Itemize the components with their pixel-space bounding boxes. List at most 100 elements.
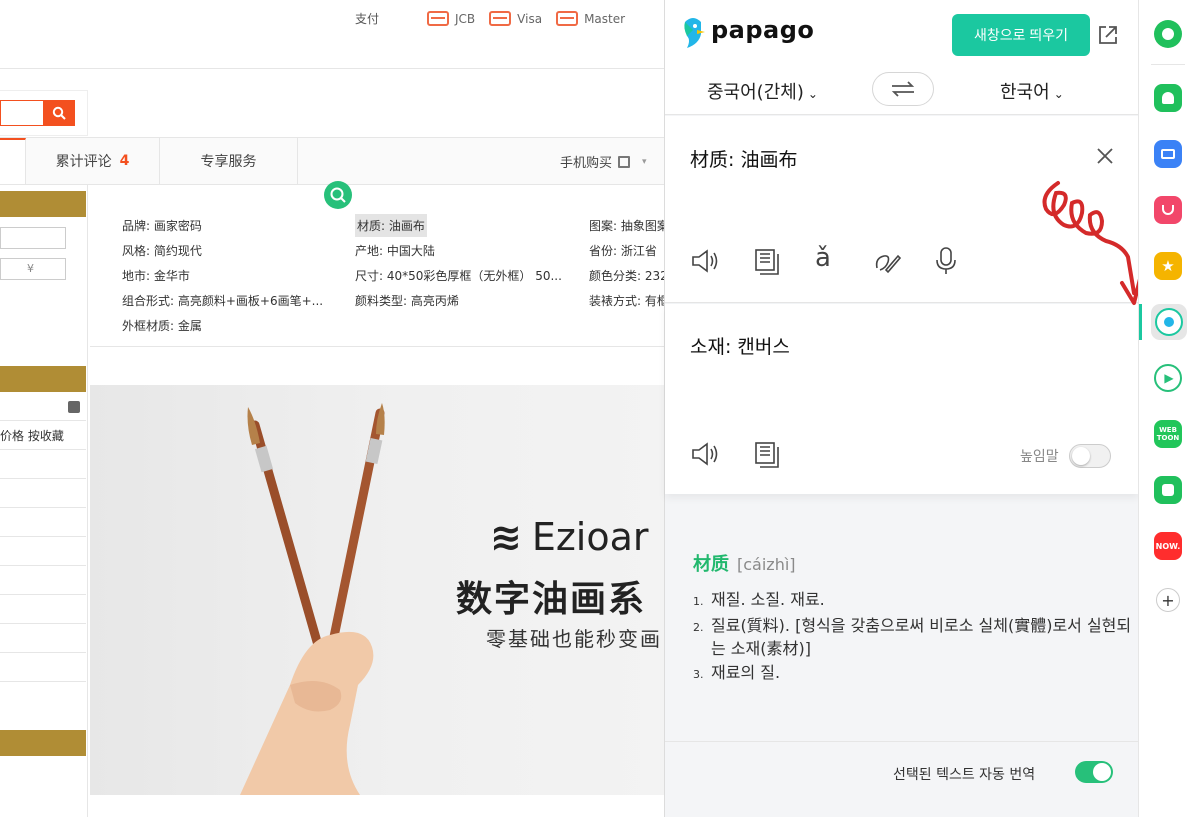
section-header-bar — [0, 730, 86, 756]
star-icon[interactable]: ★ — [1154, 252, 1182, 280]
copy-icon[interactable] — [752, 439, 782, 469]
tab-details[interactable] — [0, 138, 26, 184]
attribute-item: 装裱方式: 有框 — [589, 294, 664, 308]
plus-icon[interactable]: + — [1156, 588, 1180, 612]
pinyin-icon[interactable]: ǎ — [815, 243, 831, 273]
dictionary-section: 材质 [cáizhì] 1. 재질. 소질. 재료. 2. 질료(質料). [형식을 … — [693, 550, 1133, 687]
pocket-icon[interactable] — [1154, 196, 1182, 224]
attribute-item: 产地: 中国大陆 — [355, 244, 435, 258]
payment-jcb: JCB — [427, 11, 475, 26]
left-filter-column: ¥ 价格 按收藏 — [0, 185, 88, 817]
credit-card-icon — [556, 11, 579, 26]
translation-result: 소재: 캔버스 높임말 — [665, 304, 1139, 494]
dictionary-meanings: 1. 재질. 소질. 재료. 2. 질료(質料). [형식을 갖춤으로써 비로소 실… — [693, 588, 1133, 686]
honorific-toggle-row: 높임말 — [1020, 444, 1111, 468]
payment-methods: 支付 JCB Visa Master — [355, 10, 625, 27]
papago-logo-icon — [684, 18, 705, 48]
attribute-item: 省份: 浙江省 — [589, 244, 657, 258]
shop-search-button[interactable] — [43, 100, 75, 126]
source-text[interactable]: 材质: 油画布 — [690, 145, 797, 172]
speaker-icon[interactable] — [690, 439, 720, 469]
divider — [0, 420, 86, 421]
credit-card-icon — [489, 11, 512, 26]
divider — [0, 478, 86, 479]
hand-drawn-arrow-annotation — [1042, 181, 1140, 305]
divider — [1151, 64, 1185, 65]
banner-brand: ≋ Ezioar — [490, 515, 649, 559]
papago-footer: 선택된 텍스트 자동 번역 — [665, 741, 1139, 817]
papago-header: papago 새창으로 띄우기 중국어(간체) ⌄ 한국어 ⌄ — [665, 0, 1139, 115]
open-new-window-button[interactable]: 새창으로 띄우기 — [952, 14, 1090, 56]
sort-options[interactable]: 价格 按收藏 — [0, 427, 64, 444]
credit-card-icon — [427, 11, 450, 26]
meaning-item: 2. 질료(質料). [형식을 갖춤으로써 비로소 실체(實體)로서 실현되는 소… — [693, 616, 1132, 658]
divider — [0, 536, 86, 537]
external-link-icon[interactable] — [1097, 24, 1119, 46]
papago-logo-text: papago — [711, 16, 815, 44]
briefcase-icon[interactable] — [1154, 140, 1182, 168]
attribute-item-selected: 材质: 油画布 — [355, 214, 427, 237]
divider — [0, 565, 86, 566]
papago-icon[interactable] — [1155, 308, 1183, 336]
attribute-item: 图案: 抽象图案 — [589, 219, 664, 233]
attribute-item: 颜色分类: 232 — [589, 269, 664, 283]
swap-arrows-icon — [891, 81, 915, 97]
dictionary-pinyin: [cáizhì] — [737, 555, 796, 574]
tab-reviews[interactable]: 累计评论 4 — [26, 138, 160, 184]
home-circle-icon[interactable] — [1154, 20, 1182, 48]
source-language-select[interactable]: 중국어(간체) ⌄ — [707, 78, 818, 104]
honorific-toggle[interactable] — [1068, 444, 1111, 468]
attribute-item: 外框材质: 金属 — [122, 319, 202, 333]
attribute-item: 颜料类型: 高亮丙烯 — [355, 294, 459, 308]
payment-visa: Visa — [489, 11, 542, 26]
shop-search-input[interactable] — [0, 100, 44, 126]
attribute-item: 尺寸: 40*50彩色厚框（无外框） 50... — [355, 269, 562, 283]
shopping-page: 支付 JCB Visa Master 累计评论 4 专享服务 手机购买 ▾ ¥ … — [0, 0, 664, 817]
webtoon-icon[interactable]: WEB TOON — [1154, 420, 1182, 448]
payment-master: Master — [556, 11, 625, 26]
tab-services[interactable]: 专享服务 — [160, 138, 298, 184]
dictionary-headword[interactable]: 材质 [cáizhì] — [693, 550, 1133, 576]
divider — [0, 449, 86, 450]
right-sidebar: ★ ▶ WEB TOON NOW. + — [1138, 0, 1200, 817]
banner-subtitle: 零基础也能秒变画 — [486, 627, 662, 651]
section-header-bar — [0, 366, 86, 392]
attribute-item: 地市: 金华市 — [122, 269, 190, 283]
active-indicator — [1139, 304, 1142, 340]
checkbox-icon[interactable] — [68, 401, 80, 413]
section-header-bar — [0, 191, 86, 217]
square-icon[interactable] — [1154, 476, 1182, 504]
price-min-input[interactable] — [0, 227, 66, 249]
target-language-select[interactable]: 한국어 ⌄ — [1000, 78, 1064, 104]
translated-text: 소재: 캔버스 — [690, 336, 790, 358]
divider — [0, 594, 86, 595]
attribute-item: 组合形式: 高亮颜料+画板+6画笔+... — [122, 294, 324, 308]
play-icon[interactable]: ▶ — [1154, 364, 1182, 392]
attribute-item: 风格: 简约现代 — [122, 244, 202, 258]
payment-label: 支付 — [355, 12, 380, 26]
attribute-item: 品牌: 画家密码 — [122, 219, 202, 233]
product-tabs: 累计评论 4 专享服务 手机购买 ▾ — [0, 137, 664, 185]
papago-translate-badge[interactable] — [324, 181, 352, 209]
auto-translate-toggle[interactable] — [1075, 761, 1113, 783]
qr-code-icon — [618, 155, 631, 168]
price-max-input[interactable]: ¥ — [0, 258, 66, 280]
divider — [0, 623, 86, 624]
meaning-item: 1. 재질. 소질. 재료. — [693, 590, 825, 609]
mobile-buy-link[interactable]: 手机购买 ▾ — [560, 152, 647, 171]
speaker-icon[interactable] — [690, 246, 720, 276]
swap-languages-button[interactable] — [872, 72, 934, 106]
banner-title: 数字油画系 — [456, 579, 647, 620]
bell-icon[interactable] — [1154, 84, 1182, 112]
microphone-icon[interactable] — [931, 246, 961, 276]
divider — [0, 507, 86, 508]
clear-text-icon[interactable] — [1095, 146, 1115, 166]
dropdown-icon: ▾ — [642, 156, 647, 167]
chevron-down-icon: ⌄ — [807, 87, 818, 101]
handwriting-icon[interactable] — [872, 246, 902, 276]
honorific-label: 높임말 — [1020, 449, 1059, 465]
divider — [0, 681, 86, 682]
papago-panel: papago 새창으로 띄우기 중국어(간체)⌄ 한국어⌄ 材质: 油画布 — [664, 0, 1139, 817]
now-icon[interactable]: NOW. — [1154, 532, 1182, 560]
copy-icon[interactable] — [752, 246, 782, 276]
